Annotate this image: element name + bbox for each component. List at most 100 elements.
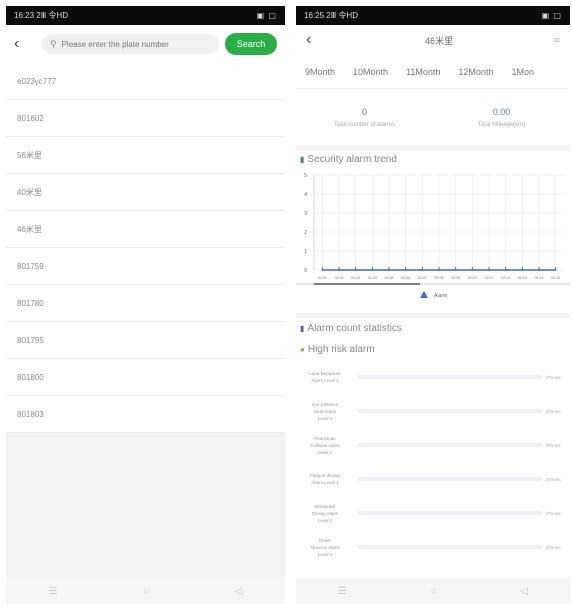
summary-stats: 0 Total number of alarms 0.00 Total Mile… bbox=[296, 89, 570, 151]
risk-label-line: Absence Alarm bbox=[309, 544, 341, 550]
total-mileage-stat: 0.00 Total Mileage(km) bbox=[433, 107, 570, 128]
risk-value: 0Times bbox=[546, 544, 561, 550]
trend-chart-svg: 5 4 3 2 1 0 02-01 02-02 02-03 02-04 02-05 02-06 02-0… bbox=[296, 173, 570, 299]
bar-chart-icon: ▮ bbox=[300, 154, 305, 164]
y-tick-label: 4 bbox=[304, 192, 307, 198]
high-risk-title-text: High risk alarm bbox=[307, 343, 375, 355]
risk-label: Car Distance Near Alarm Level 1 bbox=[296, 401, 354, 422]
risk-label: Pedestrian Collision Alarm Level 1 bbox=[296, 435, 354, 456]
risk-bar bbox=[358, 511, 542, 515]
back-nav-icon[interactable]: ◁ bbox=[520, 586, 528, 597]
risk-bar bbox=[358, 545, 542, 549]
month-tab[interactable]: 12Month bbox=[458, 67, 493, 77]
status-icons: ▣ ▢ bbox=[256, 11, 277, 20]
y-tick-label: 0 bbox=[304, 268, 307, 274]
total-mileage-value: 0.00 bbox=[492, 106, 511, 117]
risk-row: Lane Departure Alarm Level 1 0Times bbox=[296, 360, 570, 394]
plate-list-item[interactable]: 46米里 bbox=[6, 211, 285, 248]
risk-label-line: Driving Alarm bbox=[311, 510, 339, 516]
search-header: ‹ ⚲ Search bbox=[6, 25, 285, 63]
risk-label: Distracted Driving Alarm Level 1 bbox=[296, 503, 354, 524]
risk-label-line: Lane Departure bbox=[309, 371, 341, 376]
risk-bar bbox=[358, 375, 542, 379]
plate-list-item[interactable]: 801780 bbox=[6, 285, 285, 322]
bullet-icon: ● bbox=[300, 344, 305, 354]
bar-chart-icon: ▮ bbox=[300, 323, 305, 333]
risk-value: 0Times bbox=[546, 476, 561, 482]
legend-label: Alarm bbox=[434, 293, 447, 299]
x-tick-label: 02-14 bbox=[535, 276, 544, 280]
status-time: 16:25 2Ⅲ 令HD bbox=[304, 11, 358, 20]
risk-value: 0Times bbox=[546, 442, 561, 448]
month-tab[interactable]: 11Month bbox=[406, 67, 440, 77]
plate-list-item[interactable]: 801759 bbox=[6, 248, 285, 285]
risk-label-line: Distracted bbox=[314, 503, 336, 509]
home-nav-icon[interactable]: ○ bbox=[431, 586, 437, 597]
plate-list-item[interactable]: 801602 bbox=[6, 100, 285, 137]
x-tick-label: 02-04 bbox=[368, 276, 377, 280]
risk-label-line: Level 1 bbox=[317, 415, 333, 421]
system-nav-bar: ☰ ○ ◁ bbox=[6, 578, 285, 604]
search-icon[interactable]: ○ bbox=[554, 35, 560, 46]
risk-row: Distracted Driving Alarm Level 1 0Times bbox=[296, 496, 570, 530]
plate-list-item[interactable]: e023yc777 bbox=[6, 63, 285, 100]
month-tabs: 9Month 10Month 11Month 12Month 1Mon bbox=[296, 55, 570, 89]
plate-list-item[interactable]: 801803 bbox=[6, 396, 285, 433]
month-tab[interactable]: 10Month bbox=[353, 67, 388, 77]
risk-label-line: Alarm Level 1 bbox=[311, 378, 339, 383]
month-tab[interactable]: 1Mon bbox=[511, 67, 534, 77]
x-tick-label: 02-01 bbox=[318, 276, 327, 280]
risk-row: Driver Absence Alarm Level 1 0Times bbox=[296, 530, 570, 564]
x-tick-label: 02-10 bbox=[468, 276, 477, 280]
menu-nav-icon[interactable]: ☰ bbox=[338, 586, 347, 597]
system-nav-bar: ☰ ○ ◁ bbox=[296, 578, 570, 604]
plate-list-item[interactable]: 801800 bbox=[6, 359, 285, 396]
risk-label-line: Fatigue driving bbox=[310, 473, 340, 478]
search-button[interactable]: Search bbox=[225, 33, 277, 55]
total-alarms-label: Total number of alarms bbox=[333, 121, 396, 128]
search-icon: ⚲ bbox=[50, 38, 57, 49]
status-bar: 16:23 2Ⅲ 令HD ▣ ▢ bbox=[6, 6, 285, 25]
home-nav-icon[interactable]: ○ bbox=[143, 586, 149, 597]
vehicle-title: 46米里 bbox=[424, 35, 453, 46]
status-bar: 16:25 2Ⅲ 令HD ▣ ▢ bbox=[296, 6, 570, 25]
plate-list-item[interactable]: 40米里 bbox=[6, 174, 285, 211]
x-tick-label: 02-09 bbox=[451, 276, 460, 280]
risk-value: 0Times bbox=[546, 374, 561, 380]
status-icons: ▣ ▢ bbox=[541, 11, 562, 20]
risk-label: Driver Absence Alarm Level 1 bbox=[296, 537, 354, 558]
back-arrow-icon[interactable]: ‹ bbox=[14, 36, 32, 52]
plate-list: e023yc777 801602 56米里 40米里 46米里 801759 801780 8… bbox=[6, 63, 285, 433]
detail-title-bar: ‹ 46米里 ○ bbox=[296, 25, 570, 55]
total-alarms-stat: 0 Total number of alarms bbox=[296, 107, 433, 128]
high-risk-title: ● High risk alarm bbox=[296, 338, 570, 360]
menu-nav-icon[interactable]: ☰ bbox=[49, 586, 58, 597]
x-tick-label: 02-05 bbox=[385, 276, 394, 280]
x-tick-label: 02-15 bbox=[551, 276, 560, 280]
status-time: 16:23 2Ⅲ 令HD bbox=[14, 11, 68, 20]
plate-list-item[interactable]: 801795 bbox=[6, 322, 285, 359]
y-tick-label: 5 bbox=[304, 173, 307, 179]
back-nav-icon[interactable]: ◁ bbox=[235, 586, 243, 597]
x-tick-label: 02-11 bbox=[485, 276, 494, 280]
risk-label-line: Pedestrian bbox=[314, 435, 336, 441]
y-tick-label: 3 bbox=[304, 211, 307, 217]
left-phone-screen: 16:23 2Ⅲ 令HD ▣ ▢ ‹ ⚲ Search e023yc777801… bbox=[6, 6, 285, 604]
risk-row: Car Distance Near Alarm Level 1 0Times bbox=[296, 394, 570, 428]
x-tick-label: 02-12 bbox=[501, 276, 510, 280]
plate-list-item[interactable]: 56米里 bbox=[6, 137, 285, 174]
risk-value: 0Times bbox=[546, 510, 561, 516]
x-tick-label: 02-08 bbox=[435, 276, 444, 280]
y-tick-label: 1 bbox=[304, 249, 307, 255]
trend-chart: 5 4 3 2 1 0 02-01 02-02 02-03 02-04 02-05 02-06 02-0… bbox=[296, 167, 570, 307]
risk-bar bbox=[358, 477, 542, 481]
search-box[interactable]: ⚲ bbox=[42, 34, 219, 54]
risk-label-line: Collision Alarm bbox=[310, 442, 340, 448]
plate-search-input[interactable] bbox=[61, 39, 211, 49]
x-tick-label: 02-07 bbox=[418, 276, 427, 280]
y-tick-label: 2 bbox=[304, 230, 307, 236]
month-tab[interactable]: 9Month bbox=[305, 67, 335, 77]
back-arrow-icon[interactable]: ‹ bbox=[306, 32, 324, 48]
trend-title-text: Security alarm trend bbox=[307, 153, 397, 165]
trend-section-title: ▮ Security alarm trend bbox=[296, 151, 570, 167]
